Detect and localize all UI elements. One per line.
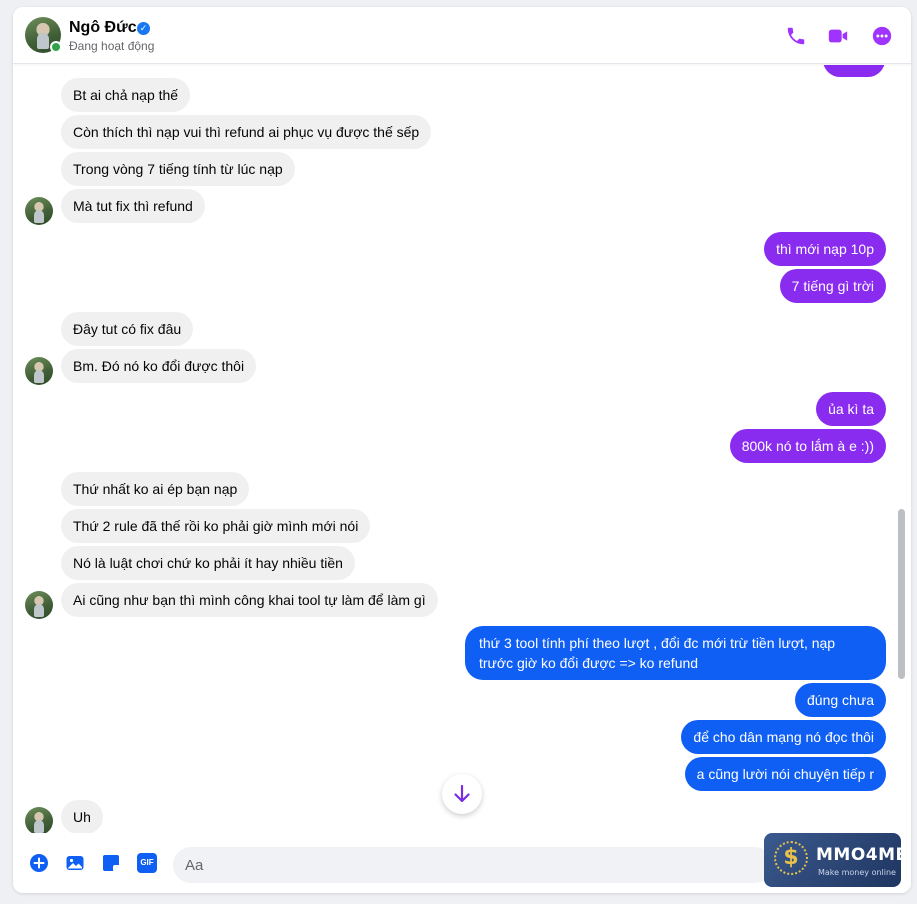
message-bubble-outgoing-partial bbox=[823, 65, 885, 77]
message-bubble-incoming[interactable]: Uh bbox=[61, 800, 103, 833]
message-bubble-outgoing[interactable]: thì mới nạp 10p bbox=[764, 232, 886, 266]
message-bubble-outgoing[interactable]: 800k nó to lắm à e :)) bbox=[729, 429, 886, 463]
sender-avatar[interactable] bbox=[25, 357, 53, 385]
video-camera-icon[interactable] bbox=[827, 25, 849, 47]
message-bubble-incoming[interactable]: Ai cũng như bạn thì mình công khai tool … bbox=[61, 583, 438, 617]
sender-avatar[interactable] bbox=[25, 591, 53, 619]
message-bubble-outgoing[interactable]: a cũng lười nói chuyện tiếp r bbox=[684, 757, 886, 791]
message-bubble-incoming[interactable]: Bt ai chả nạp thế bbox=[61, 78, 191, 112]
photo-icon[interactable] bbox=[65, 853, 85, 873]
message-bubble-outgoing[interactable]: đúng chưa bbox=[795, 683, 886, 717]
message-input[interactable] bbox=[173, 847, 773, 883]
contact-status: Đang hoạt động bbox=[69, 39, 155, 53]
sender-avatar[interactable] bbox=[25, 807, 53, 833]
contact-name[interactable]: Ngô Đức bbox=[69, 19, 137, 37]
message-bubble-outgoing[interactable]: để cho dân mạng nó đọc thôi bbox=[681, 720, 886, 754]
message-bubble-outgoing[interactable]: ủa kì ta bbox=[816, 392, 886, 426]
sticker-icon[interactable] bbox=[101, 853, 121, 873]
message-bubble-incoming[interactable]: Còn thích thì nạp vui thì refund ai phục… bbox=[61, 115, 432, 149]
conversation-header: Ngô Đức ✓ Đang hoạt động bbox=[13, 7, 911, 64]
message-bubble-incoming[interactable]: Mà tut fix thì refund bbox=[61, 189, 205, 223]
watermark-tagline: Make money online bbox=[818, 868, 896, 877]
sender-avatar[interactable] bbox=[25, 197, 53, 225]
message-bubble-incoming[interactable]: Thứ 2 rule đã thế rồi ko phải giờ mình m… bbox=[61, 509, 371, 543]
message-bubble-outgoing[interactable]: 7 tiếng gì trời bbox=[779, 269, 886, 303]
message-list[interactable]: Bt ai chả nạp thế Còn thích thì nạp vui … bbox=[13, 65, 911, 833]
message-bubble-incoming[interactable]: Nó là luật chơi chứ ko phải ít hay nhiều… bbox=[61, 546, 355, 580]
dollar-coin-icon: $ bbox=[774, 841, 808, 875]
more-options-icon[interactable] bbox=[871, 25, 893, 47]
scroll-to-bottom-button[interactable] bbox=[442, 774, 482, 814]
message-bubble-incoming[interactable]: Trong vòng 7 tiếng tính từ lúc nạp bbox=[61, 152, 295, 186]
chat-window: Ngô Đức ✓ Đang hoạt động Bt ai chả nạp t… bbox=[13, 7, 911, 893]
message-input-container[interactable] bbox=[173, 847, 773, 883]
mmo4me-watermark-logo: $ MMO4ME Make money online bbox=[764, 833, 907, 887]
add-icon[interactable] bbox=[29, 853, 49, 873]
message-bubble-outgoing[interactable]: thứ 3 tool tính phí theo lượt , đổi đc m… bbox=[465, 626, 886, 680]
verified-badge-icon: ✓ bbox=[137, 22, 150, 35]
online-status-indicator bbox=[50, 41, 62, 53]
message-bubble-incoming[interactable]: Bm. Đó nó ko đổi được thôi bbox=[61, 349, 257, 383]
scrollbar-thumb[interactable] bbox=[898, 509, 905, 679]
phone-icon[interactable] bbox=[785, 25, 807, 47]
watermark-name: MMO4ME bbox=[816, 845, 908, 865]
arrow-down-icon bbox=[454, 784, 470, 803]
message-bubble-incoming[interactable]: Đây tut có fix đâu bbox=[61, 312, 194, 346]
message-bubble-incoming[interactable]: Thứ nhất ko ai ép bạn nạp bbox=[61, 472, 250, 506]
gif-icon[interactable]: GIF bbox=[137, 853, 157, 873]
